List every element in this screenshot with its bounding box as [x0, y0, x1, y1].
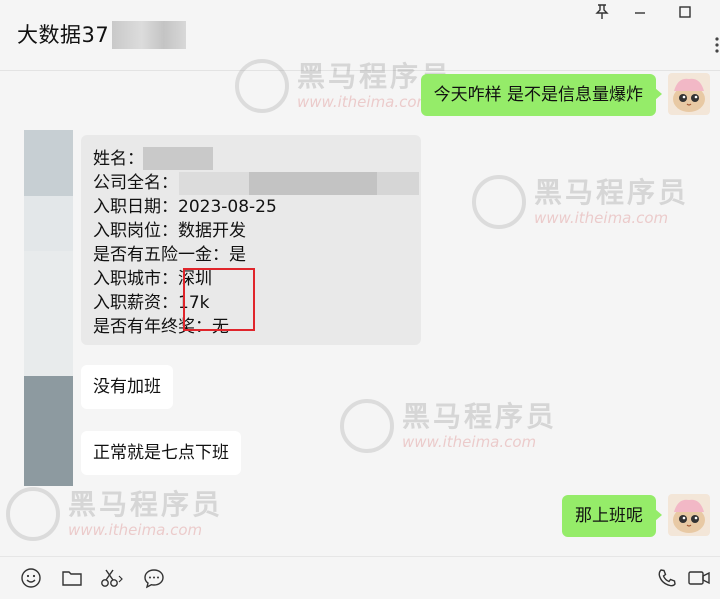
- title-redaction-mask: [112, 21, 186, 49]
- bubble-tail: [655, 88, 662, 100]
- video-icon[interactable]: [686, 566, 712, 590]
- minimize-icon[interactable]: [628, 3, 652, 21]
- info-line-name: 姓名：: [93, 149, 144, 169]
- sender-avatar[interactable]: [24, 130, 73, 196]
- watermark-brand-url: www.itheima.com: [534, 209, 669, 227]
- redaction-mask: [143, 147, 213, 170]
- watermark: 黑马程序员 www.itheima.com: [472, 175, 689, 229]
- message-text: 今天咋样 是不是信息量爆炸: [433, 85, 643, 105]
- maximize-icon[interactable]: [673, 3, 697, 21]
- chat-title: 大数据37: [17, 23, 110, 47]
- bubble-tail: [655, 509, 662, 521]
- my-avatar[interactable]: [668, 73, 710, 115]
- sent-message-bubble[interactable]: 今天咋样 是不是信息量爆炸: [420, 74, 662, 116]
- more-icon[interactable]: [714, 36, 720, 59]
- message-text: 没有加班: [93, 377, 161, 397]
- sender-avatar-segment: [24, 376, 73, 486]
- info-line-date: 入职日期：2023-08-25: [93, 197, 277, 217]
- phone-icon[interactable]: [654, 566, 680, 590]
- watermark-logo-icon: [340, 399, 394, 453]
- watermark-logo-icon: [472, 175, 526, 229]
- sender-avatar-segment: [24, 196, 73, 251]
- watermark-logo-icon: [6, 487, 60, 541]
- scissors-icon[interactable]: [99, 566, 125, 590]
- received-message-bubble[interactable]: 正常就是七点下班: [81, 431, 241, 475]
- pin-icon[interactable]: [590, 3, 614, 21]
- message-text: 那上班呢: [575, 506, 643, 526]
- watermark-brand-cn: 黑马程序员: [68, 488, 224, 521]
- my-avatar[interactable]: [668, 494, 710, 536]
- input-toolbar: [0, 556, 720, 599]
- emoji-icon[interactable]: [18, 566, 44, 590]
- message-area[interactable]: 黑马程序员 www.itheima.com 黑马程序员 www.itheima.…: [0, 59, 720, 555]
- watermark-brand-url: www.itheima.com: [402, 433, 537, 451]
- info-line-insurance: 是否有五险一金：是: [93, 245, 246, 265]
- info-line-company: 公司全名：: [93, 173, 178, 193]
- title-bar: 大数据37: [0, 0, 720, 71]
- redaction-mask: [179, 172, 419, 195]
- received-message-bubble[interactable]: 没有加班: [81, 365, 173, 409]
- highlight-box: [183, 268, 255, 331]
- sender-avatar-segment: [24, 251, 73, 376]
- watermark-brand-cn: 黑马程序员: [534, 176, 690, 209]
- watermark-brand-url: www.itheima.com: [68, 521, 203, 539]
- watermark: 黑马程序员 www.itheima.com: [340, 399, 557, 453]
- info-line-position: 入职岗位：数据开发: [93, 221, 246, 241]
- chat-history-icon[interactable]: [141, 566, 167, 590]
- watermark-brand-cn: 黑马程序员: [402, 400, 558, 433]
- sent-message-bubble[interactable]: 那上班呢: [562, 495, 662, 537]
- watermark: 黑马程序员 www.itheima.com: [6, 487, 223, 541]
- message-text: 正常就是七点下班: [93, 443, 229, 463]
- folder-icon[interactable]: [59, 566, 85, 590]
